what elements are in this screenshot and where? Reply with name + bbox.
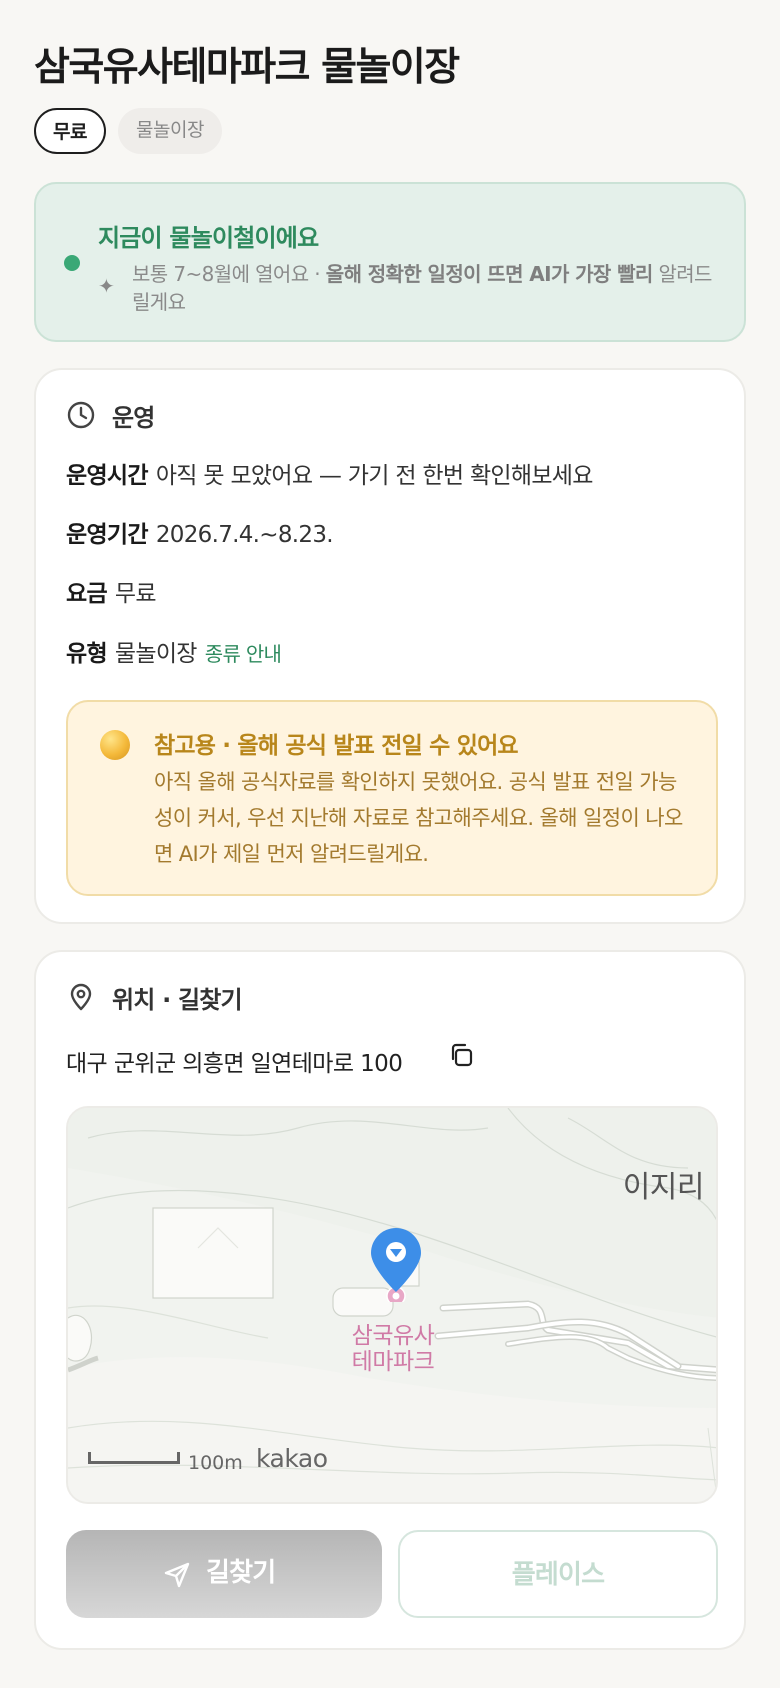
- season-desc-bold: 올해 정확한 일정이 뜨면 AI가 가장 빨리: [325, 262, 654, 286]
- chip-price[interactable]: 무료: [34, 108, 106, 154]
- season-banner: 지금이 물놀이철이에요 ✦ 보통 7~8월에 열어요 · 올해 정확한 일정이 …: [34, 182, 746, 342]
- info-row-fee: 요금 무료: [66, 574, 157, 608]
- operation-title: 운영: [112, 404, 155, 432]
- map-scale-label: 100m: [188, 1452, 243, 1474]
- copy-icon[interactable]: [446, 1040, 476, 1070]
- poi-label: 삼국유사 테마파크: [328, 1323, 458, 1375]
- season-headline: 지금이 물놀이철이에요: [98, 224, 319, 252]
- chip-type[interactable]: 물놀이장: [118, 108, 222, 154]
- map-view[interactable]: 이지리 삼국유사 테마파크 100m kakao: [66, 1106, 718, 1504]
- info-key: 운영시간: [66, 463, 149, 489]
- route-button[interactable]: 길찾기: [66, 1530, 382, 1618]
- area-label: 이지리: [622, 1170, 705, 1205]
- map-pin-icon[interactable]: [368, 1226, 424, 1302]
- reference-notice: 참고용 · 올해 공식 발표 전일 수 있어요 아직 올해 공식자료를 확인하지…: [66, 700, 718, 896]
- poi-label-line1: 삼국유사: [351, 1323, 435, 1349]
- map-scale-bar: [88, 1452, 180, 1464]
- map-provider-logo: kakao: [256, 1444, 328, 1473]
- place-button[interactable]: 플레이스: [398, 1530, 718, 1618]
- season-desc: 보통 7~8월에 열어요 · 올해 정확한 일정이 뜨면 AI가 가장 빨리 알…: [132, 260, 722, 316]
- info-value: 무료: [114, 581, 157, 607]
- address-text: 대구 군위군 의흥면 일연테마로 100: [66, 1051, 403, 1077]
- sparkle-icon: ✦: [98, 274, 115, 298]
- info-row-type: 유형 물놀이장 종류 안내: [66, 634, 282, 668]
- info-value: 2026.7.4.~8.23.: [155, 522, 334, 548]
- info-row-hours: 운영시간 아직 못 모았어요 — 가기 전 한번 확인해보세요: [66, 456, 593, 490]
- page-title: 삼국유사테마파크 물놀이장: [34, 45, 460, 90]
- status-dot: [64, 255, 80, 271]
- send-arrow-icon: [164, 1562, 190, 1588]
- location-card: 위치 · 길찾기 대구 군위군 의흥면 일연테마로 100 이지리 삼국유사 테…: [34, 950, 746, 1650]
- info-value: 물놀이장: [114, 641, 198, 667]
- operation-card: 운영 운영시간 아직 못 모았어요 — 가기 전 한번 확인해보세요 운영기간 20…: [34, 368, 746, 924]
- location-pin-icon: [70, 983, 92, 1011]
- info-key: 유형: [66, 641, 108, 667]
- route-button-label: 길찾기: [206, 1558, 276, 1588]
- type-guide-link[interactable]: 종류 안내: [205, 642, 282, 666]
- info-key: 운영기간: [66, 522, 149, 548]
- map-background: [68, 1108, 716, 1502]
- info-value: 아직 못 모았어요 — 가기 전 한번 확인해보세요: [155, 463, 594, 489]
- poi-label-line2: 테마파크: [351, 1349, 435, 1375]
- clock-icon: [67, 401, 95, 429]
- season-desc-prefix: 보통 7~8월에 열어요 ·: [132, 262, 326, 286]
- info-key: 요금: [66, 581, 108, 607]
- notice-body: 아직 올해 공식자료를 확인하지 못했어요. 공식 발표 전일 가능성이 커서,…: [154, 770, 683, 866]
- location-title: 위치 · 길찾기: [112, 986, 243, 1014]
- detail-page: 삼국유사테마파크 물놀이장 무료 물놀이장 지금이 물놀이철이에요 ✦ 보통 7…: [0, 0, 780, 1688]
- coin-icon: [100, 730, 130, 760]
- notice-title: 참고용 · 올해 공식 발표 전일 수 있어요: [154, 733, 519, 759]
- info-row-period: 운영기간 2026.7.4.~8.23.: [66, 515, 334, 549]
